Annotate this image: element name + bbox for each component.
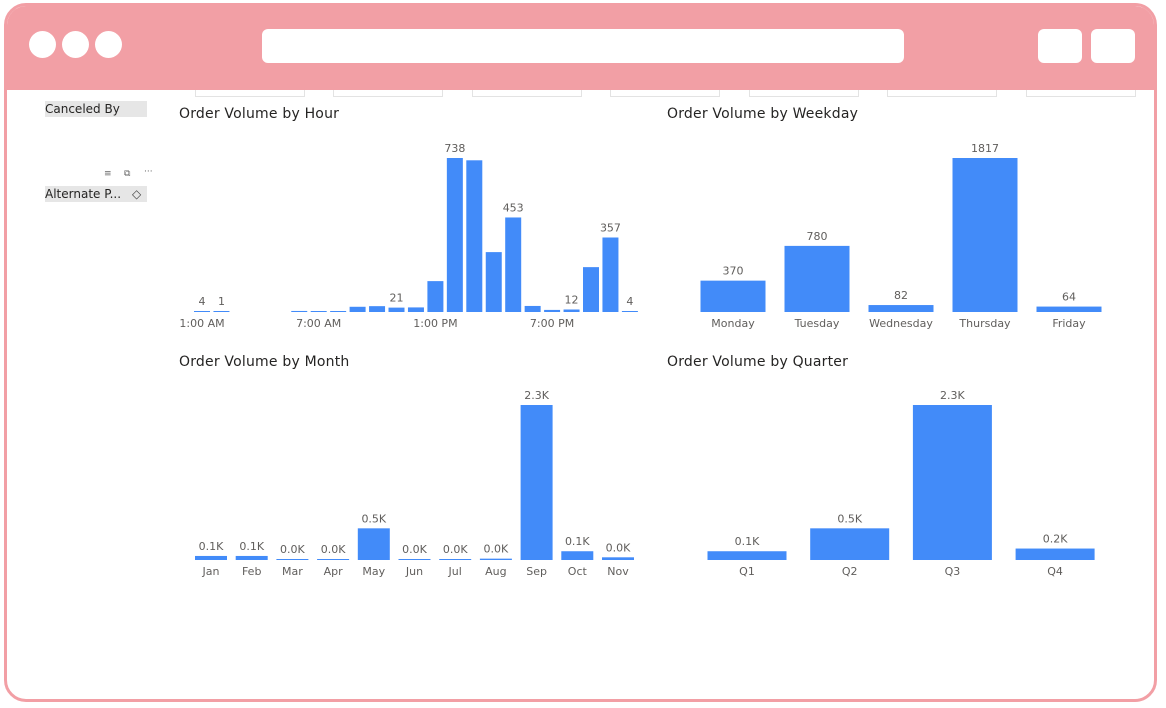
hour-data-label: 4 [199, 295, 206, 308]
hour-bar[interactable] [446, 158, 463, 312]
hour-bar[interactable] [330, 311, 347, 312]
weekday-bar[interactable] [700, 280, 766, 312]
hour-data-label: 738 [444, 142, 465, 155]
month-bar[interactable] [276, 559, 309, 560]
month-data-label: 0.5K [361, 512, 386, 525]
hour-bar[interactable] [194, 311, 210, 312]
month-tick-label: Jun [405, 565, 423, 578]
month-data-label: 0.0K [280, 543, 305, 556]
month-bar[interactable] [520, 405, 553, 560]
month-bar[interactable] [317, 559, 350, 560]
hour-data-label: 453 [503, 201, 524, 214]
month-data-label: 0.0K [321, 543, 346, 556]
hour-bar[interactable] [291, 310, 308, 312]
hour-bar[interactable] [407, 307, 424, 312]
hour-data-label: 21 [390, 292, 404, 305]
month-bar[interactable] [398, 559, 431, 560]
month-bar[interactable] [561, 551, 594, 560]
quarter-bar[interactable] [707, 551, 787, 560]
month-data-label: 2.3K [524, 389, 549, 402]
month-bar[interactable] [439, 559, 472, 560]
hour-bar[interactable] [621, 311, 638, 312]
month-tick-label: Apr [324, 565, 344, 578]
hour-bar[interactable] [213, 311, 230, 312]
weekday-tick-label: Thursday [958, 317, 1011, 330]
hour-bar[interactable] [505, 217, 522, 312]
hour-bar[interactable] [427, 281, 444, 312]
hour-data-label: 4 [626, 295, 633, 308]
weekday-data-label: 780 [807, 230, 828, 243]
month-tick-label: Mar [282, 565, 303, 578]
hour-bar[interactable] [349, 306, 366, 312]
hour-bar[interactable] [485, 252, 502, 312]
month-tick-label: Sep [526, 565, 547, 578]
weekday-data-label: 82 [894, 289, 908, 302]
month-data-label: 0.0K [443, 543, 468, 556]
weekday-tick-label: Tuesday [794, 317, 840, 330]
quarter-bar[interactable] [810, 528, 890, 560]
hour-bar[interactable] [369, 306, 386, 312]
weekday-tick-label: Friday [1052, 317, 1086, 330]
hour-bar[interactable] [466, 160, 483, 312]
weekday-tick-label: Wednesday [869, 317, 933, 330]
hour-bar[interactable] [310, 311, 327, 312]
weekday-bar[interactable] [868, 305, 934, 312]
quarter-tick-label: Q2 [842, 565, 858, 578]
hour-tick-label: 7:00 AM [296, 317, 341, 330]
hour-data-label: 357 [600, 222, 621, 235]
hour-data-label: 12 [565, 293, 579, 306]
quarter-tick-label: Q4 [1047, 565, 1063, 578]
weekday-bar[interactable] [1036, 306, 1102, 312]
month-data-label: 0.1K [239, 540, 264, 553]
hour-bar[interactable] [563, 309, 580, 312]
hour-bar[interactable] [388, 307, 405, 312]
hour-bar[interactable] [544, 309, 561, 312]
hour-tick-label: 1:00 PM [413, 317, 457, 330]
quarter-tick-label: Q3 [945, 565, 961, 578]
month-tick-label: Aug [485, 565, 506, 578]
month-data-label: 0.0K [402, 543, 427, 556]
weekday-data-label: 370 [723, 265, 744, 278]
quarter-data-label: 2.3K [940, 389, 965, 402]
month-tick-label: Jan [202, 565, 220, 578]
weekday-data-label: 64 [1062, 291, 1076, 304]
hour-bar[interactable] [524, 305, 541, 312]
month-bar[interactable] [195, 555, 227, 560]
weekday-bar[interactable] [784, 245, 850, 312]
month-tick-label: Jul [448, 565, 462, 578]
quarter-data-label: 0.2K [1043, 533, 1068, 546]
month-bar[interactable] [602, 557, 634, 560]
weekday-bar[interactable] [952, 158, 1018, 312]
month-bar[interactable] [235, 555, 268, 560]
month-bar[interactable] [357, 528, 390, 560]
month-tick-label: Oct [568, 565, 588, 578]
month-tick-label: Nov [607, 565, 629, 578]
quarter-tick-label: Q1 [739, 565, 755, 578]
month-tick-label: Feb [242, 565, 261, 578]
hour-tick-label: 7:00 PM [530, 317, 574, 330]
quarter-data-label: 0.1K [735, 535, 760, 548]
weekday-data-label: 1817 [971, 142, 999, 155]
month-data-label: 0.1K [199, 540, 224, 553]
month-bar[interactable] [479, 558, 512, 560]
weekday-tick-label: Monday [711, 317, 755, 330]
hour-bar[interactable] [602, 237, 619, 312]
hour-data-label: 1 [218, 295, 225, 308]
charts-canvas: 4 1:00 AM 1 7:00 AM 21 1:00 PM 738 453 7:00 PM 12… [179, 142, 1102, 578]
hour-bar[interactable] [583, 267, 599, 312]
quarter-data-label: 0.5K [837, 512, 862, 525]
quarter-bar[interactable] [912, 405, 992, 560]
month-tick-label: May [362, 565, 385, 578]
month-data-label: 0.0K [606, 541, 631, 554]
quarter-bar[interactable] [1015, 548, 1095, 560]
hour-tick-label: 1:00 AM [179, 317, 224, 330]
month-data-label: 0.1K [565, 535, 590, 548]
month-data-label: 0.0K [484, 543, 509, 556]
